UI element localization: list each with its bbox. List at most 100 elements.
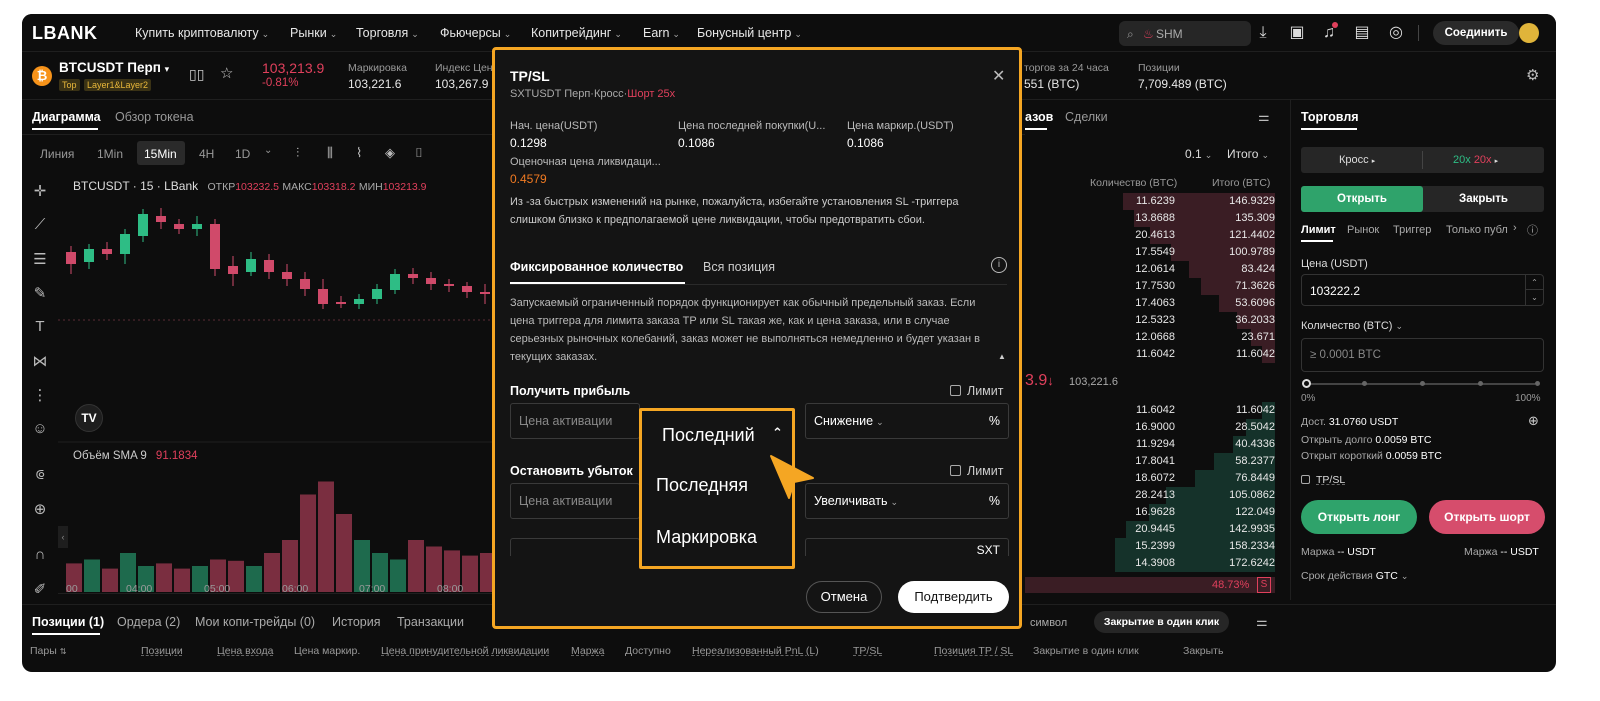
text-icon[interactable]: T [30,318,50,338]
total-select[interactable]: Итого ⌄ [1227,147,1269,161]
interval-1min[interactable]: 1Min [97,147,123,161]
ask-row[interactable]: 17.7530 71.3626 [1025,278,1275,295]
col-positions[interactable]: Позиции [141,645,183,657]
bid-row[interactable]: 16.9000 28.5042 [1025,419,1275,436]
tp-limit-checkbox[interactable]: Лимит [950,384,1004,398]
tab-positions[interactable]: Позиции (1) [32,615,104,629]
nav-buy-crypto[interactable]: Купить криптовалюту ⌄ [135,26,269,40]
template-icon[interactable]: ◈ [385,145,395,161]
ask-row[interactable]: 12.5323 36.2033 [1025,312,1275,329]
stepper-up-icon[interactable]: ⌃ [1525,275,1543,290]
ask-row[interactable]: 17.5549 100.9789 [1025,244,1275,261]
tab-orderbook[interactable]: азов [1025,110,1053,124]
leverage-select[interactable]: 20x 20x ▸ [1453,154,1498,166]
increase-select[interactable]: Увеличивать ⌄ [814,494,898,508]
star-icon[interactable]: ☆ [220,64,233,82]
ask-row[interactable]: 17.4063 53.6096 [1025,295,1275,312]
qty-input[interactable]: ≥ 0.0001 BTC [1301,338,1544,372]
bid-row[interactable]: 17.8041 58.2377 [1025,453,1275,470]
sl-increase-field[interactable]: Увеличивать ⌄ % [805,483,1009,519]
tp-activation-input[interactable]: Цена активации [510,403,640,439]
zoom-icon[interactable]: ⊕ [30,500,50,520]
sliders-icon[interactable]: ⚌ [1256,614,1268,630]
sl-limit-checkbox[interactable]: Лимит [950,464,1004,478]
help-icon[interactable]: ⓘ [1527,222,1538,238]
crosshair-icon[interactable]: ✛ [30,182,50,202]
tab-history[interactable]: История [332,615,380,629]
open-tab[interactable]: Открыть [1301,186,1423,212]
bid-row[interactable]: 20.9445 142.9935 [1025,521,1275,538]
tab-token-overview[interactable]: Обзор токена [115,110,194,124]
tab-orders[interactable]: Ордера (2) [117,615,180,629]
tab-all-position[interactable]: Вся позиция [703,260,775,274]
settings-icon[interactable]: ⚙ [1526,66,1539,84]
col-unrealized-pnl[interactable]: Нереализованный PnL (L) [692,645,819,657]
sl-activation-input[interactable]: Цена активации [510,483,640,519]
time-in-force[interactable]: Срок действия GTC ⌄ [1301,570,1408,582]
order-tab-post-only[interactable]: Только публ [1446,224,1510,236]
bid-row[interactable]: 11.6042 11.6042 [1025,402,1275,419]
dropdown-trigger[interactable]: Последний ⌃ [642,411,792,455]
logo[interactable]: LBANK [32,23,98,44]
margin-mode-select[interactable]: Кросс ▸ [1339,154,1375,166]
open-long-button[interactable]: Открыть лонг [1301,500,1417,534]
camera-icon[interactable]: ⌷ [415,145,423,161]
sliders-icon[interactable]: ⚌ [1258,109,1270,125]
bid-row[interactable]: 18.6072 76.8449 [1025,470,1275,487]
ask-row[interactable]: 11.6239 146.9329 [1025,193,1275,210]
trendline-icon[interactable]: ⟋ [30,216,50,236]
ask-row[interactable]: 12.0614 83.424 [1025,261,1275,278]
bid-row[interactable]: 16.9628 122.049 [1025,504,1275,521]
collapse-up-icon[interactable]: ▲ [998,352,1006,361]
tab-chart[interactable]: Диаграмма [32,110,101,124]
open-short-button[interactable]: Открыть шорт [1429,500,1545,534]
bell-icon[interactable]: ♫ [1319,22,1339,43]
candles-icon[interactable]: ⫼ [327,145,333,161]
interval-15min[interactable]: 15Min [144,147,177,161]
symbol-selector[interactable]: BTCUSDT Перп ▾ [59,60,169,75]
interval-4h[interactable]: 4H [199,147,214,161]
tab-transactions[interactable]: Транзакции [397,615,464,629]
magnet-icon[interactable]: ∩ [30,546,50,566]
bid-row[interactable]: 28.2413 105.0862 [1025,487,1275,504]
interval-1d[interactable]: 1D [235,147,250,161]
download-icon[interactable]: ⤓ [1253,23,1273,43]
connect-button[interactable]: Соединить [1433,21,1519,45]
bid-row[interactable]: 11.9294 40.4336 [1025,436,1275,453]
ask-row[interactable]: 20.4613 121.4402 [1025,227,1275,244]
add-circle-icon[interactable]: ⊕ [1528,413,1539,429]
ruler-icon[interactable]: ⟃ [30,466,50,486]
search-input[interactable]: ⌕ ♨ SHM [1119,21,1251,46]
tpsl-checkbox[interactable]: TP/SL [1301,474,1345,486]
lock-draw-icon[interactable]: ✐ [30,580,50,600]
dropdown-option-mark[interactable]: Маркировка [642,509,792,565]
document-icon[interactable]: ▤ [1352,23,1372,43]
ask-row[interactable]: 11.6042 11.6042 [1025,346,1275,363]
cancel-button[interactable]: Отмена [806,581,882,613]
book-icon[interactable]: ▯▯ [189,66,204,83]
measure-lines-icon[interactable]: ⋮ [30,386,50,406]
nav-bonus-center[interactable]: Бонусный центр ⌄ [697,26,802,40]
tab-trades[interactable]: Сделки [1065,110,1108,124]
candle-chart[interactable] [58,194,498,594]
horizontal-lines-icon[interactable]: ☰ [30,250,50,270]
info-icon[interactable]: i [991,257,1007,273]
price-input[interactable]: 103222.2 ⌃ ⌄ [1301,274,1544,306]
slider-handle[interactable] [1302,379,1311,388]
nav-markets[interactable]: Рынки ⌄ [290,26,337,40]
order-tab-market[interactable]: Рынок [1347,224,1379,236]
pattern-icon[interactable]: ⋈ [30,352,50,372]
globe-icon[interactable]: ◎ [1386,23,1406,43]
precision-select[interactable]: 0.1 ⌄ [1185,147,1212,161]
bid-row[interactable]: 15.2399 158.2334 [1025,538,1275,555]
emoji-icon[interactable]: ☺ [30,420,50,440]
avatar[interactable] [1519,23,1539,43]
tp-decrease-field[interactable]: Снижение ⌄ % [805,403,1009,439]
brush-icon[interactable]: ✎ [30,284,50,304]
close-icon[interactable]: ✕ [992,66,1005,86]
nav-trade[interactable]: Торговля ⌄ [356,26,419,40]
tab-fixed-qty[interactable]: Фиксированное количество [510,260,683,274]
ask-row[interactable]: 12.0668 23.671 [1025,329,1275,346]
chart-type-icon[interactable]: ⌇ [356,145,362,161]
symbol-filter[interactable]: символ [1030,617,1067,629]
